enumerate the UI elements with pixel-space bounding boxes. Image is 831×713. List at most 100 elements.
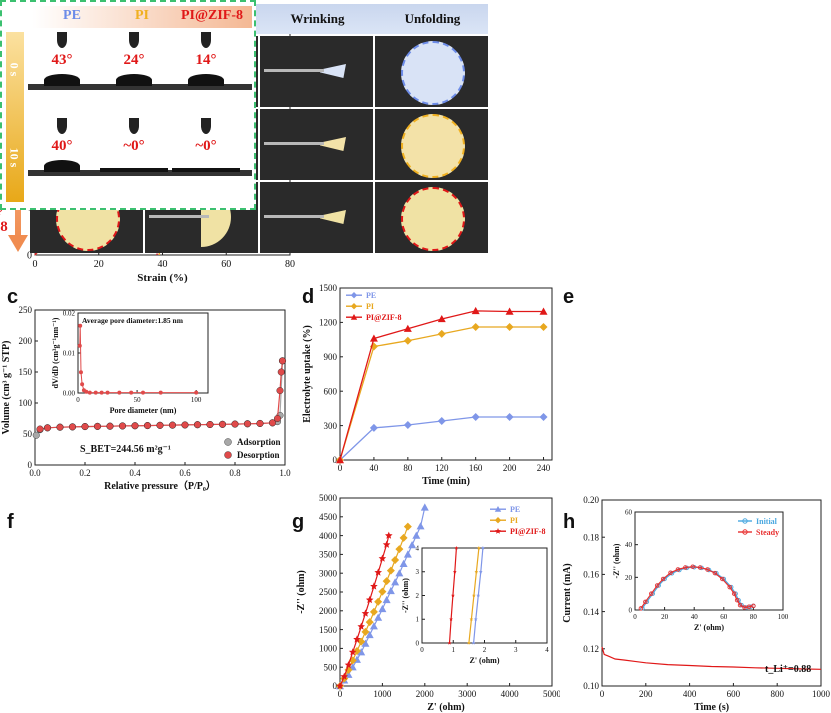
photo-cell [375,182,488,253]
data-marker [471,322,480,331]
legend-marker [224,451,232,459]
y-tick-label: 2000 [319,606,338,616]
column-header: PE [63,8,81,23]
data-marker [357,622,365,630]
sessile-droplet [188,74,224,86]
y-tick-label: 0.10 [583,681,599,691]
x-tick-label: 4000 [501,689,519,699]
column-header: PI [135,8,149,23]
desorption-point [81,423,89,431]
tweezers [264,69,324,72]
x-tick-label: 0 [600,689,605,699]
panel-label-f: f [7,511,14,533]
data-marker [378,604,387,613]
data-marker [382,577,391,586]
legend-marker [494,517,502,524]
y-tick-label: 4500 [319,512,338,522]
needle-droplet [129,32,139,48]
sessile-droplet [44,74,80,86]
data-marker [420,503,429,511]
inset-marker [467,641,471,645]
x-tick-label: 100 [191,396,202,404]
desorption-point [269,419,277,427]
y-tick-label: 0 [28,460,33,470]
y-tick-label: 1200 [319,318,338,328]
inset-point [78,323,83,328]
desorption-point [56,423,64,431]
desorption-point [181,421,189,429]
x-tick-label: 0 [338,689,343,699]
panel-label-e: e [563,286,574,308]
y-tick-label: 0.00 [63,389,76,397]
chart-isotherm: 0.0 0.2 0.4 0.6 0.8 1.0050100150200250Relativ… [1,305,291,492]
data-marker [403,336,412,345]
data-marker [437,417,446,426]
legend-label: PE [510,505,520,514]
x-tick-label: 0 [338,463,343,473]
y-tick-label: 2500 [319,587,338,597]
x-tick-label: 0 [633,613,637,621]
y-axis-label: dV/dD (cm³g⁻¹nm⁻¹) [51,317,60,388]
y-tick-label: 0.18 [583,532,599,542]
sessile-droplet [172,168,240,172]
data-marker [391,578,400,586]
x-axis-label: Pore diameter (nm) [110,406,177,415]
y-tick-label: 900 [324,352,338,362]
legend-label: PI@ZIF-8 [510,527,545,536]
legend-label: Desorption [237,450,280,460]
column-header: PI@ZIF-8 [180,8,244,23]
photo-cell [260,109,373,180]
x-tick-label: 2000 [416,689,435,699]
legend-label: Initial [756,517,778,526]
y-tick-label: 0 [629,606,633,614]
x-tick-label: 40 [158,259,168,270]
plot-frame [634,511,784,611]
x-tick-label: 60 [720,613,728,621]
y-tick-label: 50 [23,429,33,439]
data-marker [395,545,404,554]
x-tick-label: 80 [403,463,413,473]
x-tick-label: 160 [469,463,483,473]
x-tick-label: 0.4 [129,468,141,478]
x-tick-label: 0 [420,646,424,654]
legend-label: PE [366,291,376,300]
desorption-point [279,357,287,365]
desorption-point [231,420,239,428]
inset-point [84,389,89,394]
y-axis-label: -Z'' (ohm) [401,578,410,613]
data-marker [399,533,408,542]
x-tick-label: 0.2 [79,468,90,478]
contact-angle-label: 40° [51,138,73,154]
y-tick-label: 100 [19,398,33,408]
y-tick-label: 5000 [319,493,338,503]
data-marker [539,413,548,421]
desorption-point [36,425,44,433]
x-tick-label: 1000 [373,689,392,699]
needle-droplet [129,118,139,134]
x-tick-label: 600 [727,689,741,699]
contact-angle-label: ~0° [195,138,217,154]
y-tick-label: 0.20 [583,495,599,505]
legend-marker [495,528,501,534]
desorption-point [44,424,52,432]
photo-cell [375,109,488,180]
legend-marker [350,303,358,310]
separator-sample [401,114,465,178]
inset-point [194,390,199,395]
y-tick-label: 0 [416,639,420,647]
y-tick-label: 4 [416,544,420,552]
x-axis-label: Relative pressure（P/P₀） [104,479,216,492]
x-tick-label: 1 [452,646,456,654]
x-tick-label: 50 [134,396,142,404]
x-tick-label: 3000 [458,689,477,699]
data-marker [416,522,425,530]
desorption-point [256,419,264,427]
inset-point [117,390,122,395]
plot-frame [77,312,209,394]
data-marker [403,522,412,531]
needle-droplet [201,32,211,48]
data-marker [403,550,412,558]
column-header: Wrinking [290,11,345,26]
desorption-point [143,422,151,430]
legend-label: Adsorption [237,437,281,447]
